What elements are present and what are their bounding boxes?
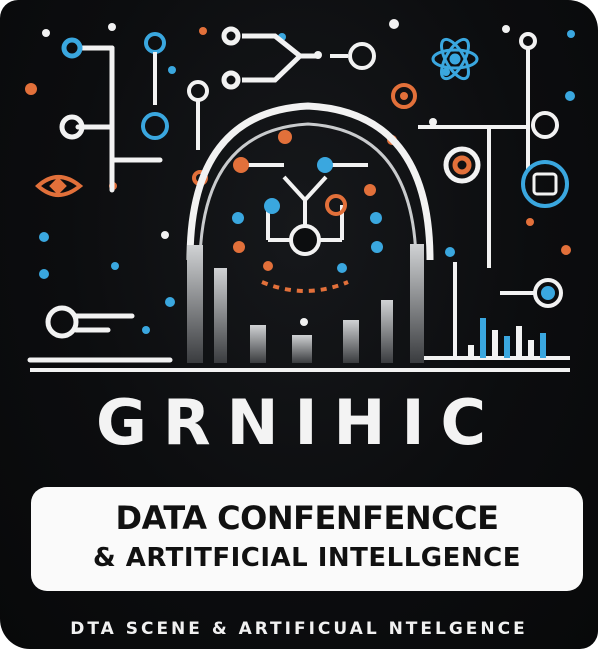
banner-line-1: DATA CONFENFENCCE [115, 499, 499, 537]
poster-background: GRNIHIC DATA CONFENFENCCE & ARTITFICIAL … [0, 0, 598, 649]
title-banner: DATA CONFENFENCCE & ARTITFICIAL INTELLGE… [31, 487, 583, 591]
left-circuit [27, 37, 173, 363]
brain-circuit-icon [186, 102, 434, 293]
poster-tagline: DTA SCENE & ARTIFICUAL NTELGENCE [70, 619, 528, 639]
mini-bar-chart [468, 318, 546, 358]
poster-headline: GRNIHIC [95, 386, 503, 459]
eye-icon [35, 175, 84, 197]
tech-illustration [25, 19, 575, 372]
target-icon [443, 146, 481, 184]
banner-line-2: & ARTITFICIAL INTELLGENCE [92, 543, 522, 573]
neural-network-icon [232, 130, 383, 273]
branch-connector [221, 26, 318, 90]
atom-icon [431, 37, 479, 81]
poster-page: GRNIHIC DATA CONFENFENCCE & ARTITFICIAL … [0, 0, 598, 649]
background-dots [25, 19, 575, 334]
bar-chart-icon [187, 244, 424, 363]
top-right-circuit [330, 32, 570, 360]
lock-badge-icon [521, 160, 569, 208]
